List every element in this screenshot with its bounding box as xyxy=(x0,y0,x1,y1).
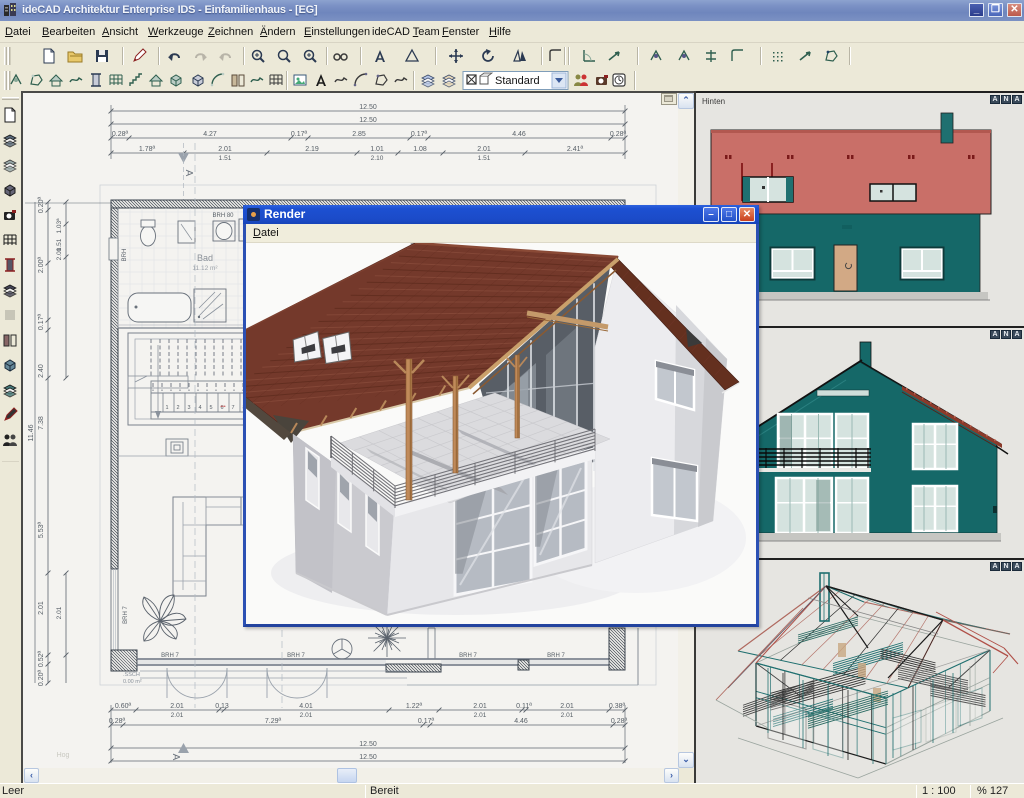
svg-text:2.00ª: 2.00ª xyxy=(38,256,45,273)
svg-text:7.29ª: 7.29ª xyxy=(265,718,282,725)
svg-text:3: 3 xyxy=(187,405,190,411)
svg-text:1.03ª: 1.03ª xyxy=(56,218,63,234)
svg-text:0.17ª: 0.17ª xyxy=(38,313,45,330)
svg-text:.SSCH: .SSCH xyxy=(123,672,140,678)
svg-text:7: 7 xyxy=(231,405,234,411)
svg-text:2.01: 2.01 xyxy=(56,247,63,260)
svg-text:0.11ª: 0.11ª xyxy=(516,703,532,710)
svg-text:11.46: 11.46 xyxy=(28,424,35,441)
svg-text:12.50: 12.50 xyxy=(359,117,377,124)
svg-text:0.28ª: 0.28ª xyxy=(109,718,126,725)
svg-text:0.28ª: 0.28ª xyxy=(610,131,627,138)
svg-text:11.12 m²: 11.12 m² xyxy=(192,265,218,272)
svg-text:4.46: 4.46 xyxy=(512,131,526,138)
svg-text:4.46: 4.46 xyxy=(514,718,528,725)
svg-text:Bad: Bad xyxy=(197,253,213,263)
svg-text:0.17ª: 0.17ª xyxy=(418,718,435,725)
svg-text:2.19: 2.19 xyxy=(305,146,319,153)
svg-text:Standard: Standard xyxy=(495,75,540,87)
svg-text:0.60ª: 0.60ª xyxy=(115,703,132,710)
svg-text:2.01: 2.01 xyxy=(170,703,184,710)
svg-text:1.51: 1.51 xyxy=(478,155,491,162)
svg-text:Hog: Hog xyxy=(57,752,70,759)
svg-text:2.40: 2.40 xyxy=(38,364,45,378)
svg-text:2.01: 2.01 xyxy=(171,712,184,719)
svg-text:2.01: 2.01 xyxy=(38,601,45,615)
svg-text:2.01: 2.01 xyxy=(473,703,487,710)
svg-text:2: 2 xyxy=(176,405,179,411)
svg-text:2.41ª: 2.41ª xyxy=(567,146,584,153)
svg-text:0.13: 0.13 xyxy=(215,703,229,710)
svg-text:1.78ª: 1.78ª xyxy=(139,146,156,153)
svg-text:2.01: 2.01 xyxy=(56,606,63,619)
svg-text:12.50: 12.50 xyxy=(359,754,377,761)
svg-text:0.17ª: 0.17ª xyxy=(411,131,428,138)
svg-text:4.01: 4.01 xyxy=(299,703,313,710)
svg-text:0.28ª: 0.28ª xyxy=(112,131,129,138)
svg-text:2.85: 2.85 xyxy=(352,131,366,138)
svg-text:A: A xyxy=(170,754,181,761)
svg-text:0.00 m²: 0.00 m² xyxy=(123,679,142,685)
svg-text:4.27: 4.27 xyxy=(203,131,217,138)
svg-text:1.22ª: 1.22ª xyxy=(406,703,423,710)
svg-text:12.50: 12.50 xyxy=(359,741,377,748)
svg-text:1.08: 1.08 xyxy=(413,146,427,153)
svg-text:BRH 7: BRH 7 xyxy=(123,606,129,624)
svg-text:A: A xyxy=(183,170,194,177)
svg-text:5: 5 xyxy=(209,405,212,411)
svg-text:1.51: 1.51 xyxy=(219,155,232,162)
svg-text:2.01: 2.01 xyxy=(300,712,313,719)
svg-text:7.38: 7.38 xyxy=(38,416,45,430)
svg-text:BRH 7: BRH 7 xyxy=(287,653,305,659)
svg-text:2.01: 2.01 xyxy=(218,146,232,153)
svg-text:BRH 7: BRH 7 xyxy=(459,653,477,659)
svg-text:2.01: 2.01 xyxy=(477,146,491,153)
svg-text:0.20ª: 0.20ª xyxy=(38,669,45,686)
svg-text:BRH 7: BRH 7 xyxy=(161,653,179,659)
svg-text:4: 4 xyxy=(198,405,201,411)
svg-text:1: 1 xyxy=(165,405,168,411)
svg-text:BRH 80: BRH 80 xyxy=(212,213,234,219)
svg-text:0.38ª: 0.38ª xyxy=(609,703,626,710)
svg-text:2.01: 2.01 xyxy=(474,712,487,719)
svg-text:5.53ª: 5.53ª xyxy=(38,521,45,538)
svg-text:0.20ª: 0.20ª xyxy=(38,196,45,213)
svg-text:2.01: 2.01 xyxy=(560,703,574,710)
svg-text:12.50: 12.50 xyxy=(359,104,377,111)
svg-text:0.17ª: 0.17ª xyxy=(291,131,308,138)
svg-text:BRH 7: BRH 7 xyxy=(547,653,565,659)
svg-text:2.01: 2.01 xyxy=(561,712,574,719)
svg-text:BRH: BRH xyxy=(122,249,128,262)
svg-text:•••: ••• xyxy=(220,404,226,410)
svg-text:1.01: 1.01 xyxy=(370,146,384,153)
svg-text:0.52ª: 0.52ª xyxy=(38,650,45,667)
svg-text:2.10: 2.10 xyxy=(371,155,384,162)
